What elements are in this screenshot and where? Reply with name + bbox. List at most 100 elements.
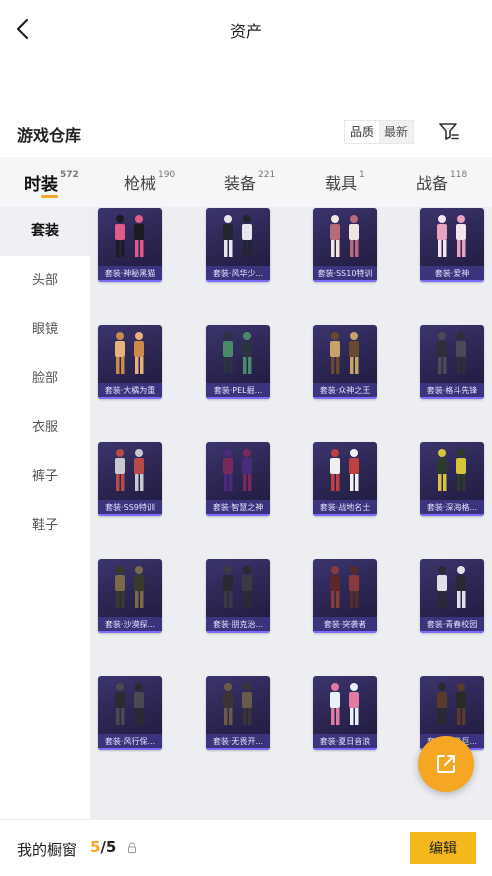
outfit-thumbnail (106, 212, 154, 264)
outfit-thumbnail (428, 212, 476, 264)
rarity-bar (420, 397, 484, 399)
tab-label: 战备 (416, 174, 449, 193)
tab-equipment[interactable]: 装备 221 (224, 170, 275, 194)
active-tab-indicator (41, 195, 58, 198)
outfit-thumbnail (214, 446, 262, 498)
rarity-bar (98, 514, 162, 516)
filter-icon[interactable] (437, 120, 461, 144)
showcase-total: 5 (105, 838, 117, 856)
showcase-label: 我的橱窗 (17, 841, 78, 859)
outfit-card[interactable]: 套装·沙漠探... (98, 559, 162, 633)
outfit-card[interactable]: 套装·智慧之神 (206, 442, 270, 516)
sidebar-item-clothes[interactable]: 衣服 (0, 403, 90, 452)
rarity-bar (98, 280, 162, 282)
outfit-thumbnail (321, 563, 369, 615)
outfit-thumbnail (106, 680, 154, 732)
tab-count: 118 (450, 169, 468, 180)
outfit-thumbnail (321, 212, 369, 264)
sort-quality-button[interactable]: 品质 (345, 121, 379, 143)
rarity-bar (98, 748, 162, 750)
sidebar-item-face[interactable]: 脸部 (0, 354, 90, 403)
tab-label: 时装 (24, 175, 58, 195)
tab-vehicles[interactable]: 载具 1 (325, 170, 365, 194)
sidebar-item-shoes[interactable]: 鞋子 (0, 501, 90, 550)
top-bar: 资产 (0, 0, 492, 60)
outfit-card[interactable]: 套装·无畏开... (206, 676, 270, 750)
rarity-bar (98, 397, 162, 399)
outfit-thumbnail (321, 680, 369, 732)
sidebar: 套装 头部 眼镜 脸部 衣服 裤子 鞋子 (0, 207, 90, 819)
outfit-card[interactable]: 套装·PEL掘... (206, 325, 270, 399)
sidebar-item-pants[interactable]: 裤子 (0, 452, 90, 501)
page-title: 资产 (229, 22, 262, 41)
outfit-thumbnail (106, 563, 154, 615)
share-icon (437, 755, 455, 773)
tab-supplies[interactable]: 战备 118 (416, 170, 467, 194)
outfit-card[interactable]: 套装·众神之王 (313, 325, 377, 399)
tab-fashion[interactable]: 时装 572 (24, 170, 79, 195)
outfit-card[interactable]: 套装·风行保... (98, 676, 162, 750)
outfit-thumbnail (428, 680, 476, 732)
rarity-bar (313, 748, 377, 750)
category-tabs: 时装 572 枪械 190 装备 221 载具 1 战备 118 (0, 157, 492, 207)
sidebar-item-suit[interactable]: 套装 (0, 207, 90, 256)
warehouse-title: 游戏仓库 (17, 126, 82, 145)
outfit-card[interactable]: 套装·格斗先锋 (420, 325, 484, 399)
sidebar-item-head[interactable]: 头部 (0, 256, 90, 305)
outfit-card[interactable]: 套装·深海格... (420, 442, 484, 516)
outfit-thumbnail (106, 329, 154, 381)
outfit-card[interactable]: 套装·大橘为重 (98, 325, 162, 399)
sort-toggle: 品质 最新 (344, 120, 415, 144)
tab-count: 221 (258, 169, 276, 180)
outfit-card[interactable]: 套装·SS9特训 (98, 442, 162, 516)
lock-icon (128, 842, 136, 853)
rarity-bar (313, 397, 377, 399)
sidebar-item-glasses[interactable]: 眼镜 (0, 305, 90, 354)
rarity-bar (420, 631, 484, 633)
rarity-bar (313, 631, 377, 633)
rarity-bar (206, 748, 270, 750)
tab-label: 枪械 (124, 174, 157, 193)
rarity-bar (206, 397, 270, 399)
outfit-thumbnail (214, 212, 262, 264)
bottom-bar: 我的橱窗 5/5 编辑 (0, 819, 492, 876)
outfit-card[interactable]: 套装·朋克治... (206, 559, 270, 633)
showcase-current: 5 (90, 838, 101, 856)
tab-count: 1 (359, 169, 365, 180)
tab-count: 190 (158, 169, 176, 180)
tab-count: 572 (60, 170, 79, 181)
outfit-card[interactable]: 套装·突袭者 (313, 559, 377, 633)
tab-guns[interactable]: 枪械 190 (124, 170, 175, 194)
tab-label: 装备 (224, 174, 257, 193)
outfit-card[interactable]: 套装·夏日音浪 (313, 676, 377, 750)
sort-latest-button[interactable]: 最新 (379, 121, 414, 143)
warehouse-header: 游戏仓库 品质 最新 (0, 116, 492, 150)
outfit-card[interactable]: 套装·战地名士 (313, 442, 377, 516)
rarity-bar (206, 280, 270, 282)
outfit-thumbnail (321, 329, 369, 381)
tab-label: 载具 (325, 174, 358, 193)
outfit-thumbnail (214, 329, 262, 381)
rarity-bar (98, 631, 162, 633)
rarity-bar (420, 514, 484, 516)
outfit-thumbnail (428, 446, 476, 498)
rarity-bar (313, 280, 377, 282)
rarity-bar (206, 514, 270, 516)
outfit-card[interactable]: 套装·SS10特训 (313, 208, 377, 282)
outfit-card[interactable]: 套装·神秘黑猫 (98, 208, 162, 282)
item-grid: 套装·神秘黑猫 套装·风华少... 套装·SS10特训 套装·爱神 套装·大橘为重 套装·… (90, 207, 492, 819)
edit-button[interactable]: 编辑 (410, 832, 476, 864)
outfit-thumbnail (106, 446, 154, 498)
outfit-thumbnail (428, 329, 476, 381)
share-button[interactable] (418, 736, 474, 792)
outfit-thumbnail (321, 446, 369, 498)
showcase-count: 5/5 (90, 838, 116, 856)
outfit-card[interactable]: 套装·风华少... (206, 208, 270, 282)
rarity-bar (420, 280, 484, 282)
outfit-thumbnail (214, 680, 262, 732)
outfit-thumbnail (428, 563, 476, 615)
outfit-card[interactable]: 套装·青春校园 (420, 559, 484, 633)
outfit-thumbnail (214, 563, 262, 615)
outfit-card[interactable]: 套装·爱神 (420, 208, 484, 282)
rarity-bar (313, 514, 377, 516)
